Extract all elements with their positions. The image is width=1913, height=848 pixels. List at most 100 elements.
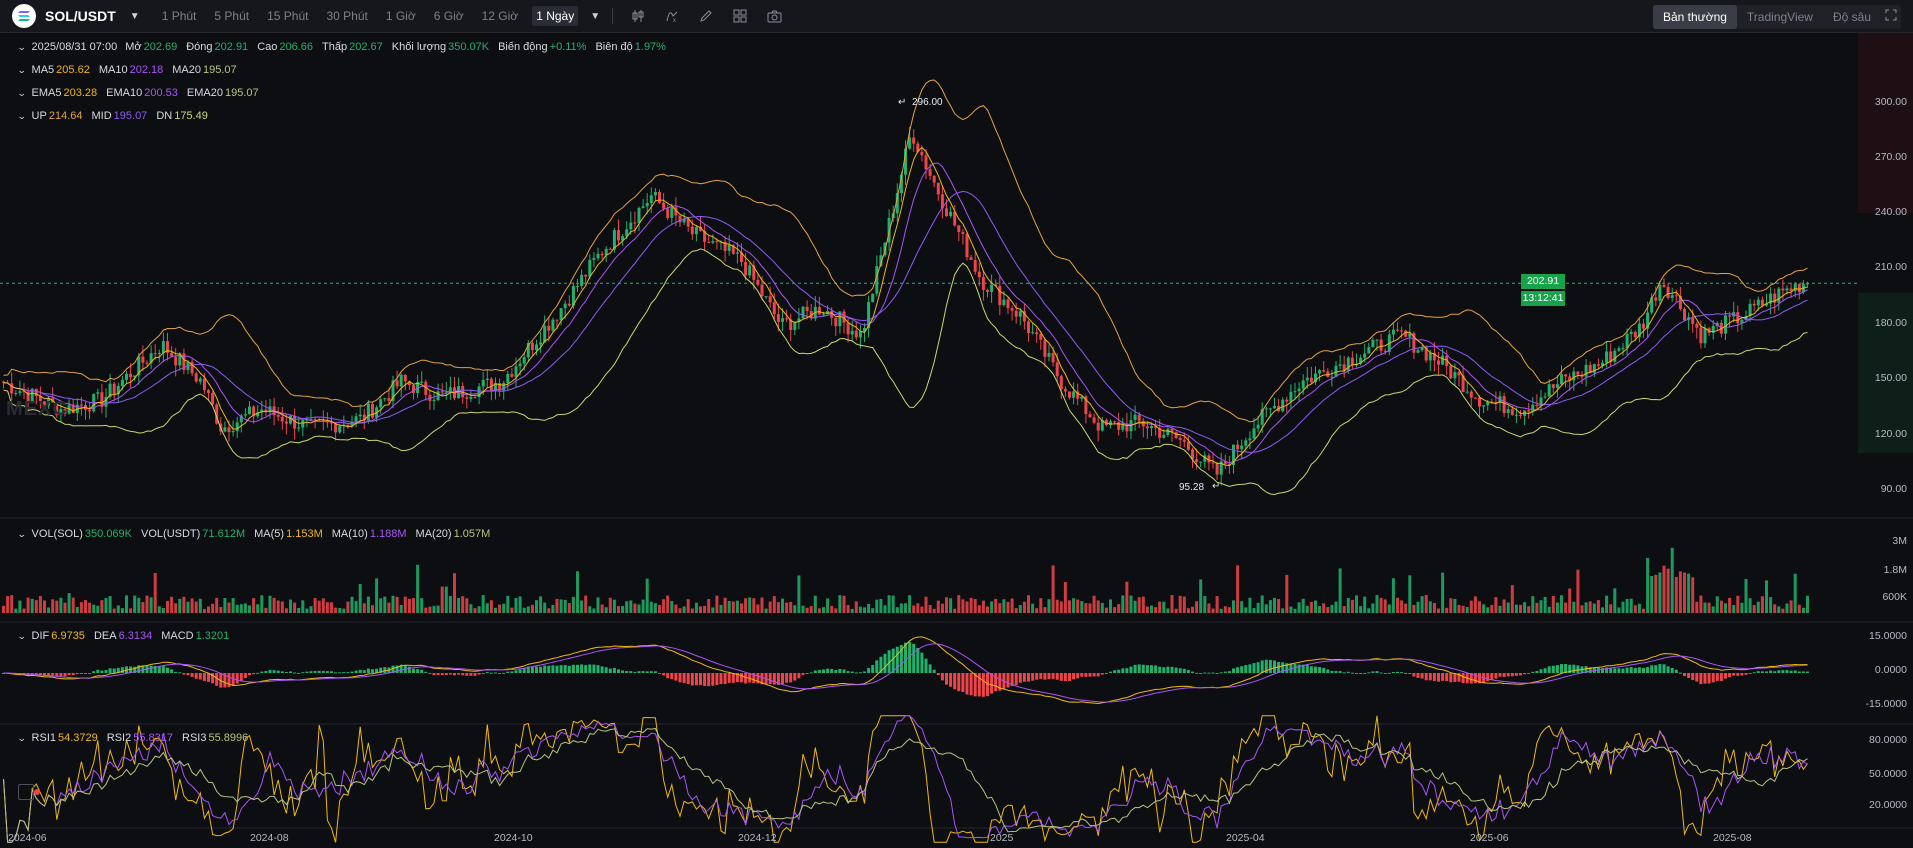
volume-bar (563, 599, 567, 613)
macd-bar (1797, 671, 1801, 673)
collapse-chevron-icon[interactable]: ⌄ (17, 42, 27, 53)
collapse-chevron-icon[interactable]: ⌄ (17, 529, 27, 540)
volume-bar (1227, 607, 1231, 613)
volume-bar (1789, 600, 1793, 613)
collapse-chevron-icon[interactable]: ⌄ (17, 111, 27, 122)
candle-type-icon[interactable] (629, 7, 647, 25)
candle-body (1379, 339, 1383, 351)
draw-pen-icon[interactable] (697, 7, 715, 25)
volume-bar (71, 597, 75, 613)
candle-body (1330, 376, 1334, 378)
chart-canvas[interactable] (0, 33, 1913, 848)
high-annotation-arrow-icon: ↵ (898, 97, 907, 108)
collapse-chevron-icon[interactable]: ⌄ (17, 631, 27, 642)
macd-bar (1203, 672, 1207, 674)
volume-bar (1797, 604, 1801, 613)
pair-dropdown-icon[interactable]: ▼ (130, 11, 140, 22)
macd-bar (731, 673, 735, 683)
volume-bar (1219, 608, 1223, 613)
volume-bar (104, 597, 108, 613)
tf-5m[interactable]: 5 Phút (210, 6, 253, 26)
collapse-chevron-icon[interactable]: ⌄ (17, 733, 27, 744)
volume-bar (924, 596, 928, 613)
macd-bar (256, 672, 260, 674)
collapse-chevron-icon[interactable]: ⌄ (17, 65, 27, 76)
collapse-chevron-icon[interactable]: ⌄ (17, 88, 27, 99)
candle-body (1338, 364, 1342, 366)
candle-body (469, 396, 473, 399)
volume-bar (842, 595, 846, 613)
macd-bar (1072, 673, 1076, 680)
low-annotation: 95.28 (1179, 482, 1205, 493)
volume-bar (1022, 601, 1026, 613)
volume-bar (1248, 597, 1252, 613)
candle-body (1088, 414, 1092, 418)
macd-bar (826, 668, 830, 673)
volume-bar (34, 600, 38, 613)
macd-bar (1359, 673, 1363, 674)
tf-1m[interactable]: 1 Phút (158, 6, 201, 26)
candle-body (858, 331, 862, 338)
tab-standard[interactable]: Bản thường (1652, 5, 1737, 29)
volume-bar (1260, 595, 1264, 613)
camera-icon[interactable] (765, 7, 783, 25)
macd-bar (276, 670, 280, 673)
volume-bar (75, 606, 79, 613)
tf-1h[interactable]: 1 Giờ (382, 6, 420, 26)
tf-15m[interactable]: 15 Phút (263, 6, 312, 26)
layers-icon[interactable] (18, 784, 34, 800)
macd-bar (170, 669, 174, 673)
candle-body (145, 362, 149, 364)
tf-12h[interactable]: 12 Giờ (478, 6, 523, 26)
tf-more-icon[interactable]: ▼ (590, 11, 600, 22)
volume-bar (387, 602, 391, 613)
macd-bar (485, 671, 489, 673)
rsi-tick: 50.0000 (1869, 768, 1907, 780)
tab-depth[interactable]: Độ sâu (1823, 5, 1881, 29)
macd-bar (453, 673, 456, 676)
macd-bar (1338, 671, 1342, 673)
indicator-icon[interactable]: x (663, 7, 681, 25)
volume-bar (1547, 606, 1551, 613)
macd-bar (1551, 665, 1555, 673)
candle-body (112, 383, 116, 395)
macd-bar (719, 673, 723, 685)
volume-bar (264, 607, 268, 613)
macd-bar (1662, 664, 1666, 673)
volume-bar (1728, 597, 1732, 613)
candle-body (1236, 444, 1240, 450)
tf-30m[interactable]: 30 Phút (322, 6, 371, 26)
macd-bar (1387, 672, 1391, 674)
svg-text:x: x (673, 18, 676, 23)
volume-bar (186, 601, 190, 613)
macd-bar (1059, 673, 1063, 681)
tf-1d[interactable]: 1 Ngày (532, 6, 579, 26)
rsi1-label: RSI1 (31, 732, 57, 744)
macd-bar (571, 664, 575, 673)
tf-6h[interactable]: 6 Giờ (430, 6, 468, 26)
tab-tradingview[interactable]: TradingView (1737, 5, 1823, 29)
macd-bar (682, 673, 686, 683)
macd-bar (1703, 673, 1707, 684)
layout-grid-icon[interactable] (731, 7, 749, 25)
macd-bar (506, 671, 510, 673)
volume-bar (280, 601, 284, 613)
pair-name[interactable]: SOL/USDT (45, 8, 116, 24)
candle-body (1416, 350, 1420, 353)
volume-bar (1244, 607, 1248, 613)
macd-bar (178, 672, 182, 674)
macd-bar (883, 653, 887, 673)
ema-legend: ⌄ EMA5 203.28 EMA10 200.53 EMA20 195.07 (17, 87, 268, 99)
volume-bar (1293, 608, 1297, 613)
rsi3-label: RSI3 (182, 732, 207, 744)
volume-bar (1137, 597, 1141, 613)
fullscreen-icon[interactable] (1881, 5, 1901, 29)
candle-body (1182, 439, 1186, 442)
volume-bar (289, 599, 292, 613)
volume-bar (84, 600, 87, 613)
macd-bar (346, 672, 350, 674)
macd-bar (940, 673, 944, 681)
candle-body (920, 151, 924, 156)
volume-bar (760, 597, 764, 613)
volume-bar (1514, 604, 1518, 613)
